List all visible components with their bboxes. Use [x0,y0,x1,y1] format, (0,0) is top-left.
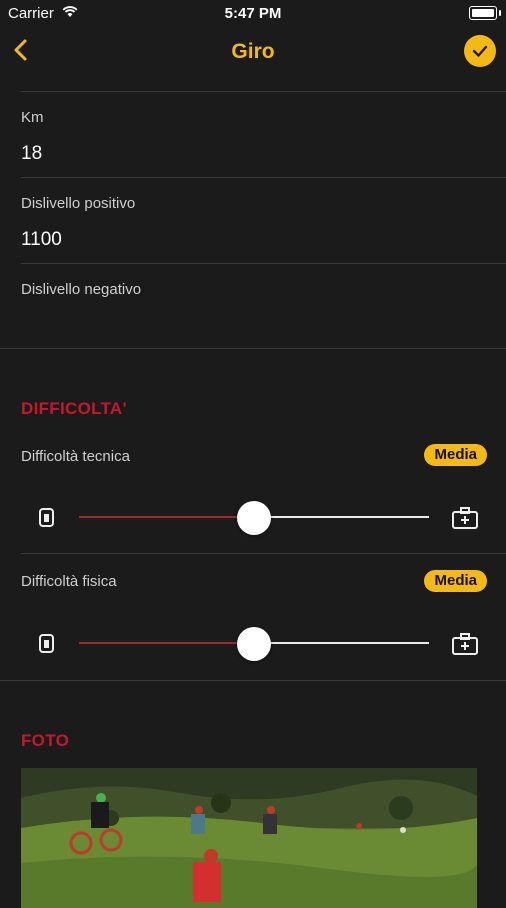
divider [0,680,506,681]
ride-photo[interactable] [21,768,477,908]
physical-difficulty-badge: Media [424,570,487,592]
elevation-gain-field[interactable]: 1100 [21,229,62,251]
status-time: 5:47 PM [224,5,282,22]
divider [0,348,506,349]
battery-icon [469,6,501,20]
page-title: Giro [231,40,275,63]
elevation-loss-field[interactable] [21,312,461,336]
nav-bar: Giro [0,28,506,90]
divider [21,177,506,178]
technical-difficulty-badge: Media [424,444,487,466]
technical-difficulty-label: Difficoltà tecnica [21,448,130,465]
easy-bike-icon [39,634,54,653]
elevation-loss-label: Dislivello negativo [21,281,142,298]
elevation-gain-label: Dislivello positivo [21,195,136,212]
divider [21,263,506,264]
slider-fill [79,642,254,644]
km-field[interactable]: 18 [21,143,42,165]
first-aid-kit-icon [452,507,478,529]
check-icon [472,45,488,57]
divider [21,91,506,92]
slider-fill [79,516,254,518]
slider-thumb[interactable] [237,501,271,535]
difficulty-section-title: DIFFICOLTA' [21,399,127,418]
photo-section-title: FOTO [21,731,70,750]
km-label: Km [21,109,44,126]
physical-difficulty-slider[interactable] [79,627,429,661]
physical-difficulty-label: Difficoltà fisica [21,573,117,590]
technical-difficulty-slider[interactable] [79,501,429,535]
mountain-bikers-image [21,768,477,908]
first-aid-kit-icon [452,633,478,655]
status-bar: Carrier 5:47 PM [0,0,506,28]
divider [21,553,506,554]
easy-bike-icon [39,508,54,527]
slider-thumb[interactable] [237,627,271,661]
confirm-button[interactable] [464,35,496,67]
